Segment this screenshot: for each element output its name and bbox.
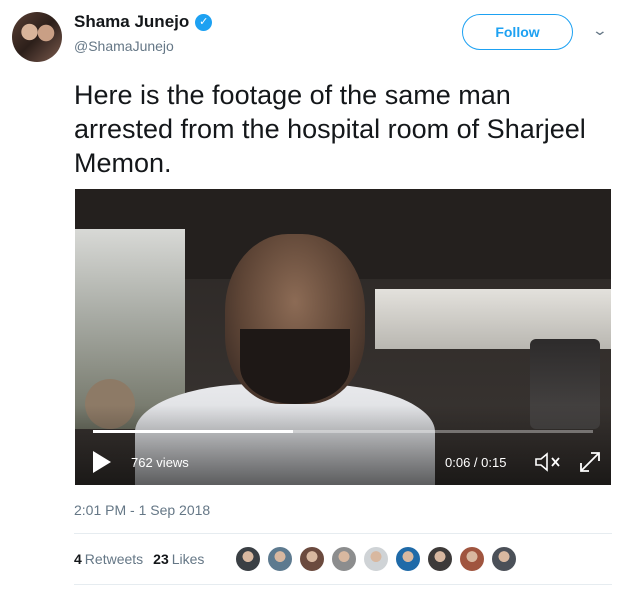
liker-avatar[interactable] bbox=[491, 546, 517, 572]
author-handle[interactable]: @ShamaJunejo bbox=[74, 38, 174, 54]
video-frame-person-beard bbox=[240, 329, 350, 404]
video-controls-shade bbox=[75, 405, 611, 485]
video-progress-fill bbox=[93, 430, 293, 433]
likes-stat[interactable]: 23 Likes bbox=[153, 551, 204, 567]
likes-label: Likes bbox=[171, 551, 205, 567]
author-name-row[interactable]: Shama Junejo ✓ bbox=[74, 12, 213, 32]
liker-avatar[interactable] bbox=[267, 546, 293, 572]
follow-button[interactable]: Follow bbox=[462, 14, 573, 50]
video-time: 0:06 / 0:15 bbox=[445, 455, 507, 470]
play-icon[interactable] bbox=[93, 451, 111, 473]
likes-count: 23 bbox=[153, 551, 169, 567]
liker-avatar[interactable] bbox=[235, 546, 261, 572]
chevron-down-icon[interactable]: ⌄ bbox=[592, 22, 608, 39]
liker-avatar[interactable] bbox=[395, 546, 421, 572]
video-views: 762 views bbox=[131, 455, 189, 470]
tweet-text: Here is the footage of the same man arre… bbox=[74, 80, 586, 178]
liker-avatar[interactable] bbox=[299, 546, 325, 572]
liker-avatar[interactable] bbox=[331, 546, 357, 572]
divider bbox=[74, 533, 612, 534]
volume-muted-icon[interactable] bbox=[533, 449, 563, 475]
retweets-stat[interactable]: 4 Retweets bbox=[74, 551, 143, 567]
tweet-timestamp[interactable]: 2:01 PM - 1 Sep 2018 bbox=[74, 502, 210, 518]
liker-avatars bbox=[235, 546, 523, 572]
verified-badge-icon: ✓ bbox=[195, 13, 213, 31]
video-progress-bar[interactable] bbox=[93, 430, 593, 433]
liker-avatar[interactable] bbox=[427, 546, 453, 572]
tweet-stats: 4 Retweets 23 Likes bbox=[74, 551, 204, 567]
video-player[interactable]: 762 views 0:06 / 0:15 bbox=[75, 189, 611, 485]
liker-avatar[interactable] bbox=[363, 546, 389, 572]
author-name[interactable]: Shama Junejo bbox=[74, 12, 189, 32]
retweets-label: Retweets bbox=[84, 551, 144, 567]
retweets-count: 4 bbox=[74, 551, 82, 567]
user-avatar[interactable] bbox=[12, 12, 62, 62]
expand-icon[interactable] bbox=[577, 449, 603, 475]
liker-avatar[interactable] bbox=[459, 546, 485, 572]
divider bbox=[74, 584, 612, 585]
